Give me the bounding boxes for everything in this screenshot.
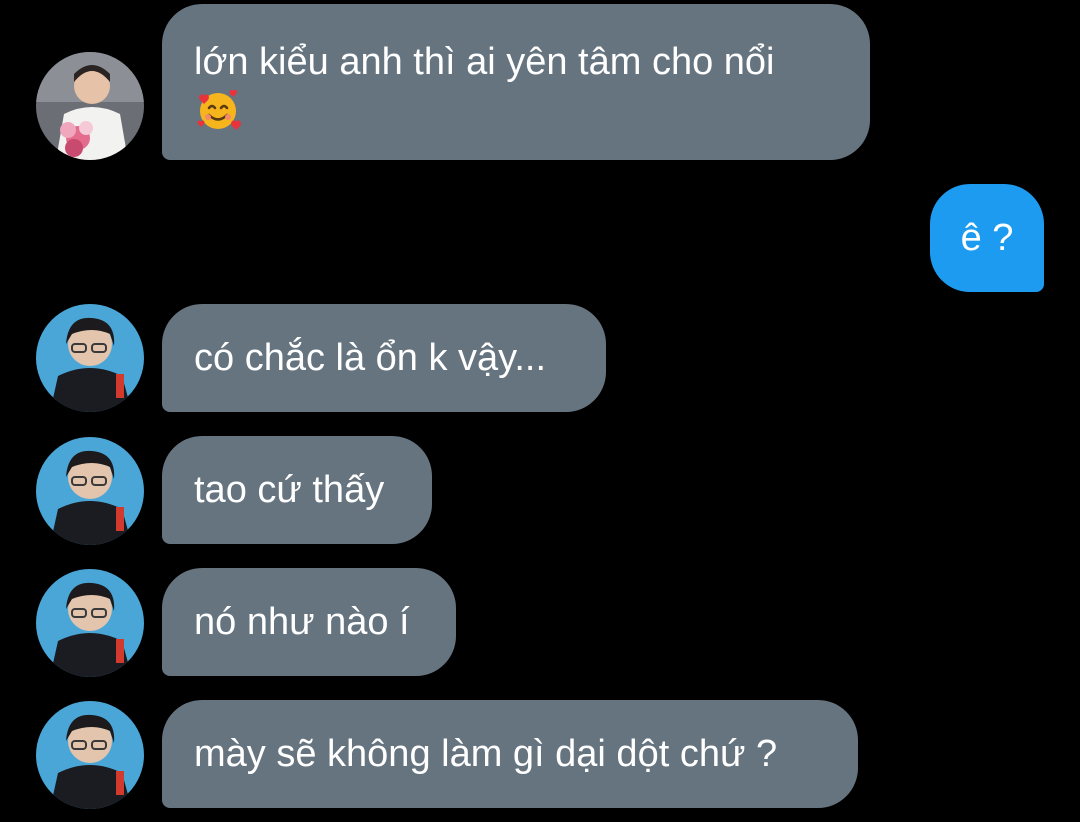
sender-avatar[interactable] [36, 569, 144, 677]
avatar-photo [36, 52, 144, 160]
avatar-photo [36, 701, 144, 809]
message-text: nó như nào í [194, 601, 410, 643]
sender-avatar[interactable] [36, 437, 144, 545]
message-text: ê ? [960, 217, 1014, 259]
message-text: tao cứ thấy [194, 469, 385, 511]
message-bubble-incoming[interactable]: tao cứ thấy [162, 436, 432, 544]
sender-avatar[interactable] [36, 701, 144, 809]
message-bubble-incoming[interactable]: mày sẽ không làm gì dại dột chứ ? [162, 700, 858, 808]
message-text: lớn kiểu anh thì ai yên tâm cho nổi [194, 41, 775, 83]
avatar-photo [36, 437, 144, 545]
sender-avatar[interactable] [36, 52, 144, 160]
chat-thread: lớn kiểu anh thì ai yên tâm cho nổi ê ? [0, 0, 1080, 822]
message-text: mày sẽ không làm gì dại dột chứ ? [194, 733, 778, 775]
message-bubble-incoming[interactable]: nó như nào í [162, 568, 456, 676]
avatar-photo [36, 569, 144, 677]
message-bubble-incoming[interactable]: có chắc là ổn k vậy... [162, 304, 606, 412]
avatar-photo [36, 304, 144, 412]
sender-avatar[interactable] [36, 304, 144, 412]
message-bubble-outgoing[interactable]: ê ? [930, 184, 1044, 292]
message-text: có chắc là ổn k vậy... [194, 337, 547, 379]
message-bubble-incoming[interactable]: lớn kiểu anh thì ai yên tâm cho nổi [162, 4, 870, 160]
smiling-face-with-hearts-icon [197, 89, 241, 130]
